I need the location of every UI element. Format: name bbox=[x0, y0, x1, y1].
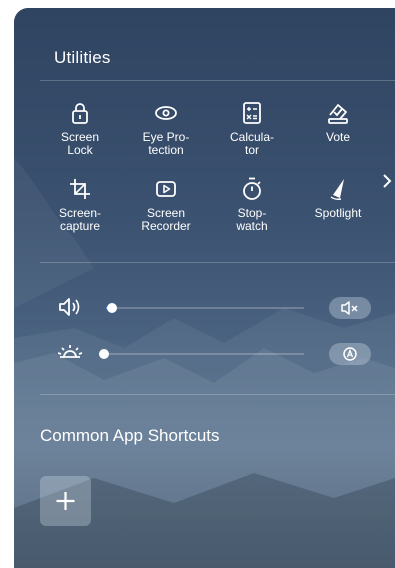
utilities-panel: Utilities Screen Lock Eye Pro- tection C… bbox=[14, 8, 395, 568]
spotlight-icon bbox=[330, 179, 344, 200]
tool-stopwatch[interactable]: Stop- watch bbox=[217, 176, 287, 233]
tool-spotlight[interactable]: Spotlight bbox=[303, 176, 373, 220]
tool-label: Calcula- tor bbox=[229, 130, 274, 157]
tool-calculator[interactable]: Calcula- tor bbox=[217, 100, 287, 157]
divider bbox=[40, 262, 395, 263]
tool-label: Screen Lock bbox=[60, 130, 100, 157]
lock-icon bbox=[72, 103, 88, 124]
tool-label: Stop- watch bbox=[236, 206, 268, 233]
tool-label: Screen Recorder bbox=[141, 206, 191, 233]
brightness-slider[interactable] bbox=[99, 349, 304, 359]
add-shortcut-button[interactable] bbox=[40, 476, 91, 526]
tool-screen-lock[interactable]: Screen Lock bbox=[45, 100, 115, 157]
stopwatch-icon bbox=[243, 177, 261, 200]
crop-icon bbox=[70, 179, 90, 199]
divider bbox=[40, 394, 395, 395]
auto-brightness-button[interactable] bbox=[329, 343, 371, 365]
shortcuts-title: Common App Shortcuts bbox=[40, 426, 220, 445]
plus-icon bbox=[56, 492, 75, 510]
tool-label: Vote bbox=[325, 130, 351, 144]
calculator-icon bbox=[243, 102, 261, 124]
chevron-right-icon[interactable] bbox=[380, 171, 394, 191]
record-icon bbox=[156, 181, 176, 197]
volume-knob[interactable] bbox=[106, 303, 117, 313]
tool-label: Screen- capture bbox=[58, 206, 102, 233]
speaker-icon bbox=[59, 298, 80, 316]
auto-brightness-icon bbox=[343, 347, 357, 361]
divider bbox=[40, 80, 395, 81]
tool-label: Eye Pro- tection bbox=[142, 130, 190, 157]
vote-icon bbox=[328, 104, 348, 124]
tool-label: Spotlight bbox=[314, 206, 362, 220]
mute-button[interactable] bbox=[329, 297, 371, 319]
brightness-knob[interactable] bbox=[99, 349, 109, 359]
mute-icon bbox=[341, 301, 358, 315]
volume-slider[interactable] bbox=[106, 303, 304, 313]
utilities-title: Utilities bbox=[54, 48, 111, 67]
sun-icon bbox=[57, 345, 83, 358]
eye-icon bbox=[155, 106, 177, 120]
tool-screencapture[interactable]: Screen- capture bbox=[45, 176, 115, 233]
tool-vote[interactable]: Vote bbox=[303, 100, 373, 144]
tool-screen-recorder[interactable]: Screen Recorder bbox=[131, 176, 201, 233]
tool-eye-protection[interactable]: Eye Pro- tection bbox=[131, 100, 201, 157]
